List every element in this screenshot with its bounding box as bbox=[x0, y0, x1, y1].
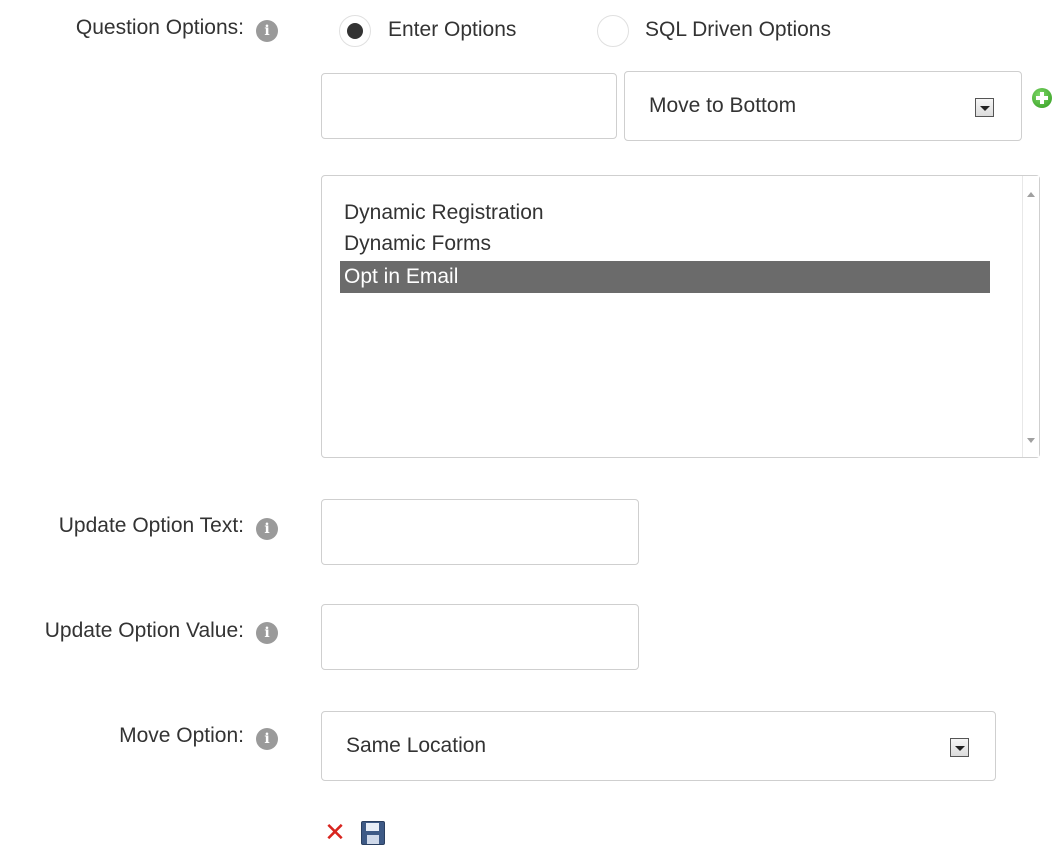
scroll-up-arrow-icon[interactable] bbox=[1027, 192, 1035, 197]
listbox-scrollbar[interactable] bbox=[1022, 176, 1039, 457]
enter-options-radio[interactable] bbox=[339, 15, 371, 47]
update-option-text-input[interactable] bbox=[321, 499, 639, 565]
update-option-value-info-icon[interactable]: i bbox=[256, 622, 278, 644]
move-option-info-icon[interactable]: i bbox=[256, 728, 278, 750]
add-option-icon[interactable] bbox=[1032, 88, 1052, 108]
update-option-value-input[interactable] bbox=[321, 604, 639, 670]
update-option-value-label: Update Option Value: bbox=[44, 619, 244, 642]
list-item[interactable]: Dynamic Registration bbox=[340, 197, 990, 229]
move-option-select[interactable]: Same Location bbox=[321, 711, 996, 781]
cancel-x-icon[interactable]: ✕ bbox=[324, 820, 346, 846]
list-item-selected[interactable]: Opt in Email bbox=[340, 261, 990, 293]
sql-driven-options-label[interactable]: SQL Driven Options bbox=[645, 18, 831, 42]
update-option-text-label: Update Option Text: bbox=[58, 514, 244, 537]
options-listbox[interactable]: Dynamic Registration Dynamic Forms Opt i… bbox=[321, 175, 1040, 458]
option-position-value: Move to Bottom bbox=[649, 94, 797, 117]
enter-options-label[interactable]: Enter Options bbox=[388, 18, 516, 42]
floppy-disk-icon[interactable] bbox=[361, 821, 385, 845]
list-item[interactable]: Dynamic Forms bbox=[340, 228, 990, 260]
option-position-select[interactable]: Move to Bottom bbox=[624, 71, 1022, 141]
new-option-input[interactable] bbox=[321, 73, 617, 139]
scroll-down-arrow-icon[interactable] bbox=[1027, 438, 1035, 443]
chevron-down-icon[interactable] bbox=[975, 98, 994, 117]
chevron-down-icon[interactable] bbox=[950, 738, 969, 757]
radio-selected-dot bbox=[347, 23, 363, 39]
question-options-label: Question Options: bbox=[75, 16, 244, 39]
move-option-label: Move Option: bbox=[119, 724, 244, 747]
update-option-text-info-icon[interactable]: i bbox=[256, 518, 278, 540]
sql-driven-options-radio[interactable] bbox=[597, 15, 629, 47]
question-options-info-icon[interactable]: i bbox=[256, 20, 278, 42]
move-option-value: Same Location bbox=[346, 734, 487, 757]
